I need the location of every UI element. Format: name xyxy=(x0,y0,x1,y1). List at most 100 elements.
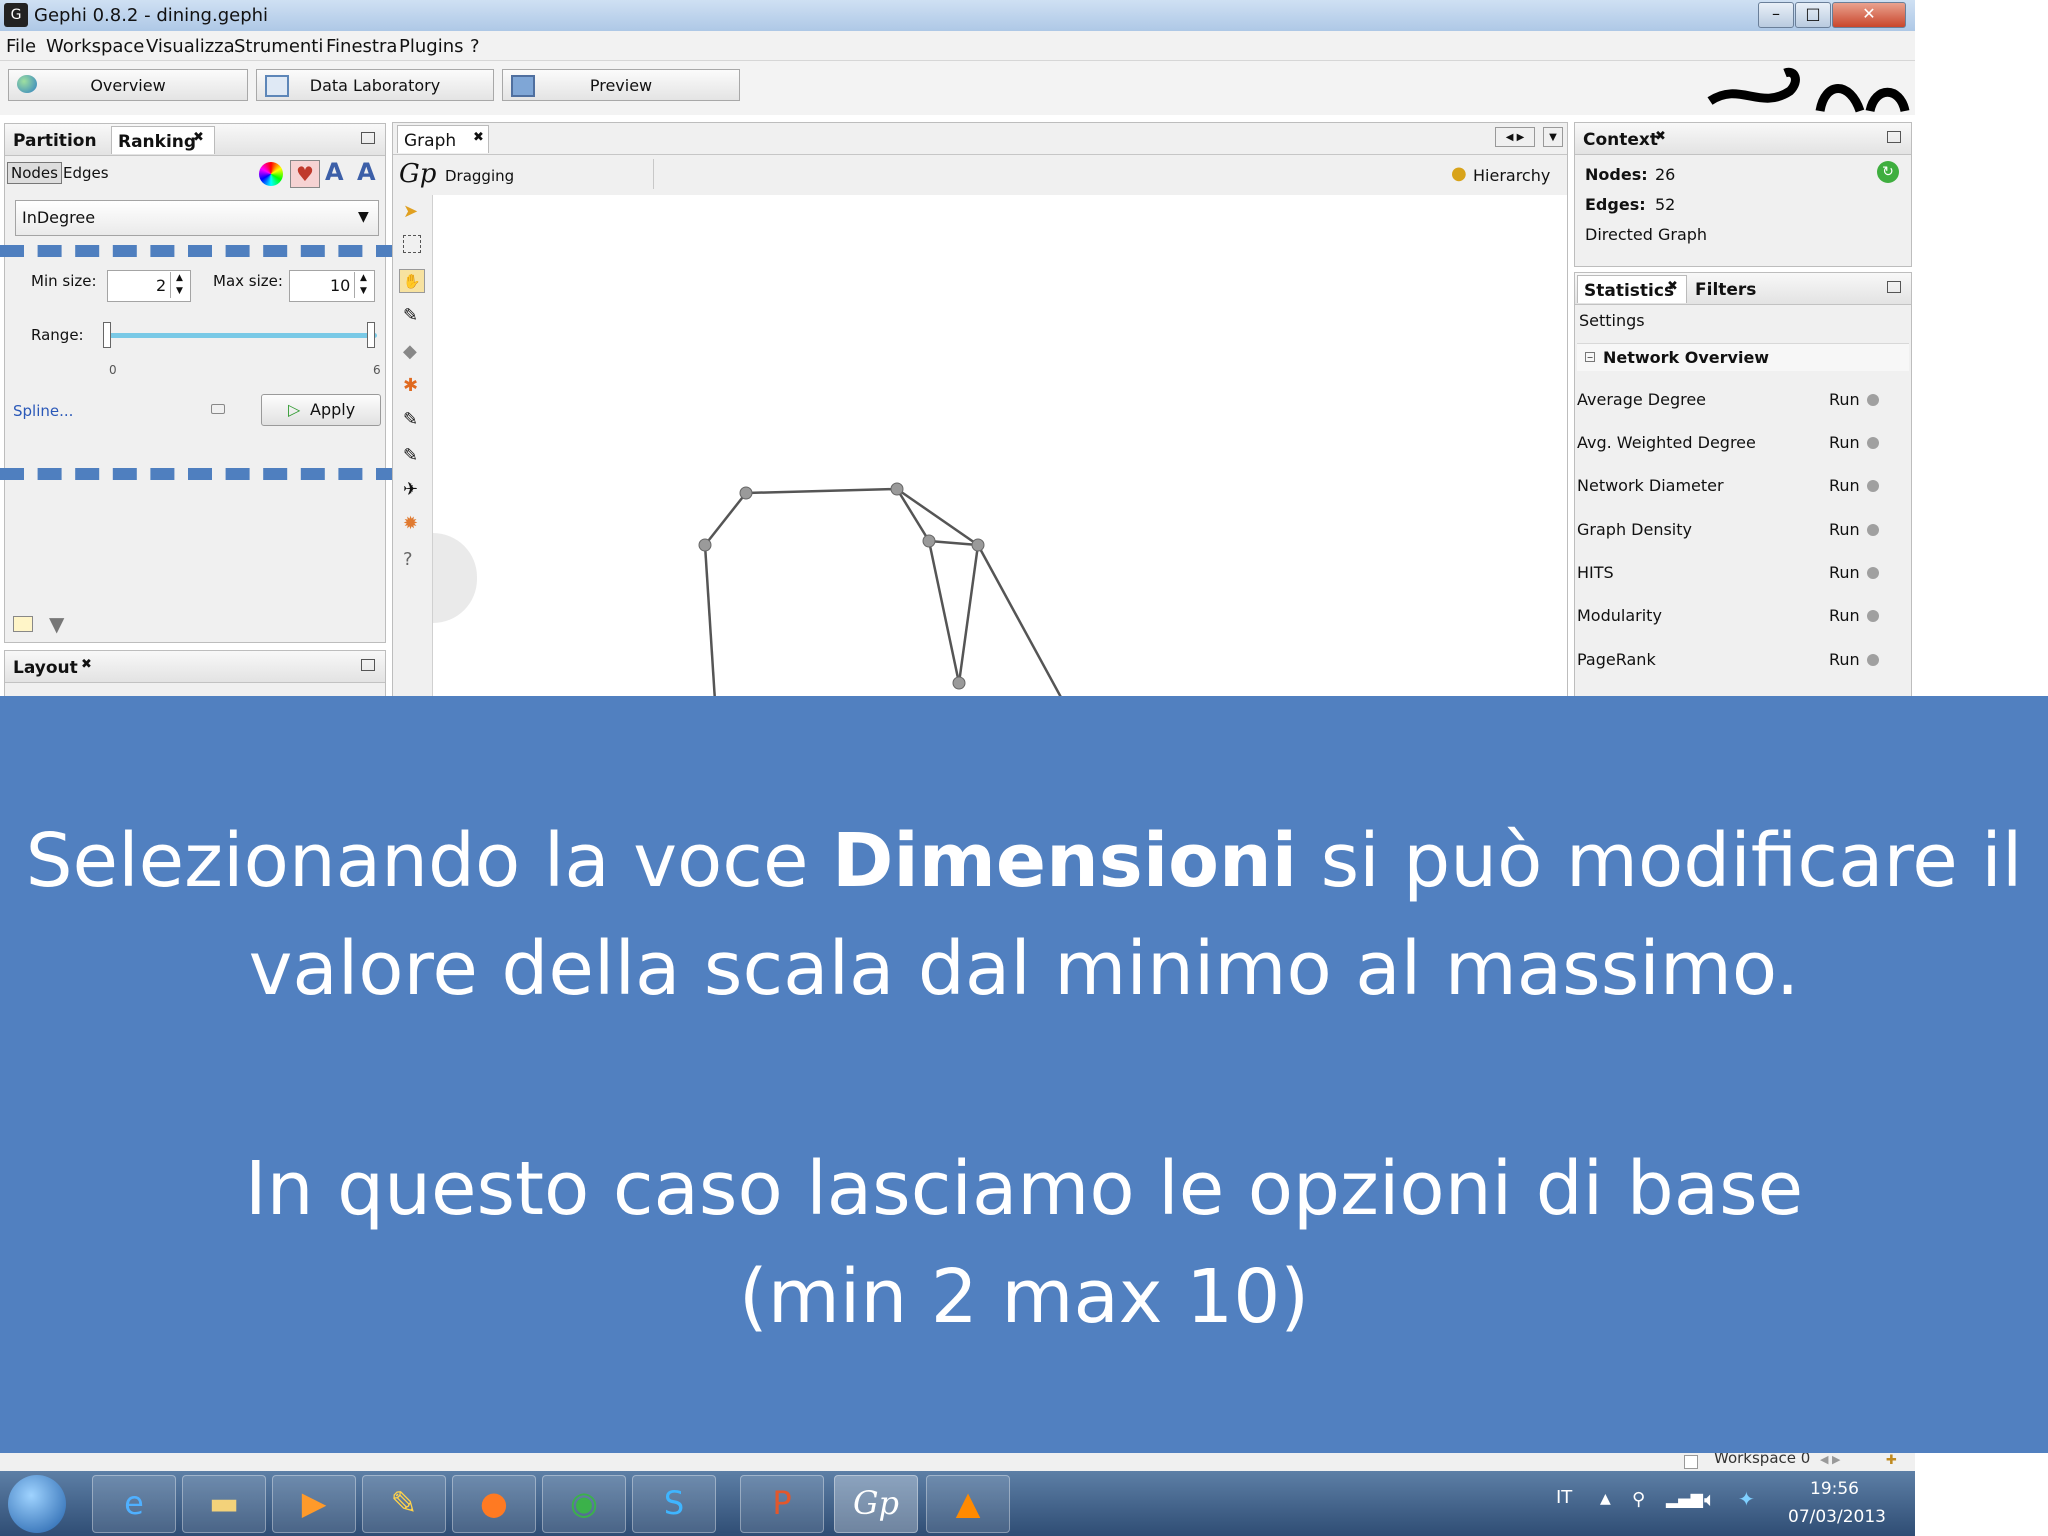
maximize-button[interactable]: □ xyxy=(1795,2,1831,28)
tab-overview[interactable]: Overview xyxy=(8,69,248,101)
edges-label: Edges: xyxy=(1585,195,1646,214)
signal-icon[interactable]: ▂▄▆ xyxy=(1666,1489,1703,1508)
color-ranking-icon[interactable] xyxy=(259,162,283,186)
volume-icon[interactable]: 🔈︎ xyxy=(1704,1487,1716,1511)
run-button[interactable]: Run xyxy=(1829,433,1860,452)
context-close-icon[interactable]: ✖ xyxy=(1655,129,1666,144)
collapse-icon[interactable]: − xyxy=(1585,352,1595,362)
language-indicator[interactable]: IT xyxy=(1556,1487,1572,1508)
run-button[interactable]: Run xyxy=(1829,650,1860,669)
ranking-close-icon[interactable]: ✖ xyxy=(193,130,204,145)
refresh-icon[interactable]: ↻ xyxy=(1877,161,1899,183)
menu-visualizza[interactable]: Visualizza xyxy=(146,36,235,57)
taskbar-firefox[interactable]: ● xyxy=(452,1475,536,1533)
label-size-icon[interactable]: A xyxy=(357,158,376,186)
minimize-panel-icon[interactable] xyxy=(1887,281,1901,293)
taskbar-gephi[interactable]: Gp xyxy=(834,1475,918,1533)
run-button[interactable]: Run xyxy=(1829,606,1860,625)
graph-panel: Graph ✖ ◀ ▶ ▼ Gp Dragging ● Hierarchy ➤ … xyxy=(392,122,1568,702)
run-button[interactable]: Run xyxy=(1829,520,1860,539)
taskbar-vlc[interactable]: ▲ xyxy=(926,1475,1010,1533)
pencil-icon[interactable]: ✎ xyxy=(403,305,418,326)
label-color-icon[interactable]: A xyxy=(325,158,344,186)
taskbar-media[interactable]: ▶ xyxy=(272,1475,356,1533)
scroll-tabs-icon[interactable]: ◀ ▶ xyxy=(1495,127,1535,147)
attribute-select[interactable]: InDegree ▼ xyxy=(15,200,379,236)
minimize-panel-icon[interactable] xyxy=(1887,131,1901,143)
status-dot xyxy=(1867,610,1879,622)
rect-select-icon[interactable] xyxy=(403,235,421,253)
tab-preview[interactable]: Preview xyxy=(502,69,740,101)
run-button[interactable]: Run xyxy=(1829,563,1860,582)
workspace-add-icon[interactable]: ✚ xyxy=(1886,1453,1897,1468)
menu-workspace[interactable]: Workspace xyxy=(46,36,144,57)
tray-app-icon[interactable]: ✦ xyxy=(1738,1487,1755,1511)
workspace-checkbox[interactable] xyxy=(1684,1455,1698,1469)
clock-time[interactable]: 19:56 xyxy=(1810,1479,1859,1499)
taskbar-chrome[interactable]: ◉ xyxy=(542,1475,626,1533)
close-button[interactable]: ✕ xyxy=(1832,2,1906,28)
graph-type: Directed Graph xyxy=(1585,225,1708,244)
tab-context[interactable]: Context xyxy=(1577,125,1664,153)
graph-close-icon[interactable]: ✖ xyxy=(473,130,484,145)
airplane-icon[interactable]: ✈ xyxy=(403,479,418,500)
tab-layout[interactable]: Layout xyxy=(7,653,84,681)
tray-arrow-icon[interactable]: ▲ xyxy=(1600,1491,1611,1507)
minimize-panel-icon[interactable] xyxy=(361,132,375,144)
brush-icon[interactable]: ✎ xyxy=(403,409,418,430)
tab-filters[interactable]: Filters xyxy=(1689,275,1762,303)
run-button[interactable]: Run xyxy=(1829,476,1860,495)
minimize-panel-icon[interactable] xyxy=(361,659,375,671)
tab-edges[interactable]: Edges xyxy=(63,164,109,182)
tab-partition[interactable]: Partition xyxy=(7,126,103,154)
chevron-down-icon: ▼ xyxy=(358,209,369,225)
start-button[interactable] xyxy=(8,1475,66,1533)
size-ranking-icon[interactable]: ♥ xyxy=(290,160,320,188)
paint-icon[interactable]: ✱ xyxy=(403,375,418,396)
menu-finestra[interactable]: Finestra xyxy=(326,36,397,57)
filter-icon[interactable]: ▼ xyxy=(49,612,64,636)
stat-network-diameter: Network Diameter Run xyxy=(1577,471,1907,501)
graph-canvas[interactable] xyxy=(433,195,1567,701)
caption-overlay: Selezionando la voce Dimensioni si può m… xyxy=(0,696,2048,1453)
clock-date[interactable]: 07/03/2013 xyxy=(1788,1507,1886,1527)
status-dot xyxy=(1867,394,1879,406)
ranking-panel-header: Partition Ranking ✖ xyxy=(5,124,385,156)
bulb-icon[interactable]: ● xyxy=(1451,163,1467,184)
menu-strumenti[interactable]: Strumenti xyxy=(234,36,323,57)
select-arrow-icon[interactable]: ➤ xyxy=(403,201,418,222)
workspace-nav-arrows-icon[interactable]: ◀ ▶ xyxy=(1820,1453,1840,1466)
taskbar-explorer[interactable]: ▬ xyxy=(182,1475,266,1533)
settings-link[interactable]: Settings xyxy=(1579,311,1645,330)
menu-file[interactable]: File xyxy=(6,36,36,57)
taskbar-skype[interactable]: S xyxy=(632,1475,716,1533)
stat-avg-weighted-degree: Avg. Weighted Degree Run xyxy=(1577,428,1907,458)
run-button[interactable]: Run xyxy=(1829,390,1860,409)
drag-hand-icon[interactable]: ✋ xyxy=(399,269,425,293)
gear-icon[interactable]: ✹ xyxy=(403,513,418,534)
network-overview-header[interactable]: − Network Overview xyxy=(1577,343,1909,371)
tab-data-laboratory[interactable]: Data Laboratory xyxy=(256,69,494,101)
help-pointer-icon[interactable]: ? xyxy=(403,549,413,570)
statistics-close-icon[interactable]: ✖ xyxy=(1667,279,1678,294)
chevron-down-icon[interactable]: ▼ xyxy=(1543,127,1563,147)
taskbar-ie[interactable]: e xyxy=(92,1475,176,1533)
stat-pagerank: PageRank Run xyxy=(1577,645,1907,675)
tab-nodes[interactable]: Nodes xyxy=(7,162,62,184)
menu-help[interactable]: ? xyxy=(470,36,480,57)
status-dot xyxy=(1867,524,1879,536)
taskbar-powerpoint[interactable]: P xyxy=(740,1475,824,1533)
workspace-toolbar: Overview Data Laboratory Preview xyxy=(0,61,1915,115)
results-list-icon[interactable] xyxy=(13,616,33,632)
hierarchy-button[interactable]: Hierarchy xyxy=(1473,166,1550,185)
menu-plugins[interactable]: Plugins xyxy=(399,36,463,57)
tray-network-icon[interactable]: ⚲ xyxy=(1632,1489,1645,1510)
layout-close-icon[interactable]: ✖ xyxy=(81,657,92,672)
workspace-selector[interactable]: Workspace 0 xyxy=(1714,1453,1810,1467)
gephi-logo-icon: Gp xyxy=(399,159,437,189)
taskbar-paint[interactable]: ✎ xyxy=(362,1475,446,1533)
minimize-button[interactable]: – xyxy=(1758,2,1794,28)
diamond-icon[interactable]: ◆ xyxy=(403,341,417,362)
caption-line-3: In questo caso lasciamo le opzioni di ba… xyxy=(244,1146,1804,1232)
edge-pencil-icon[interactable]: ✎ xyxy=(403,445,418,466)
